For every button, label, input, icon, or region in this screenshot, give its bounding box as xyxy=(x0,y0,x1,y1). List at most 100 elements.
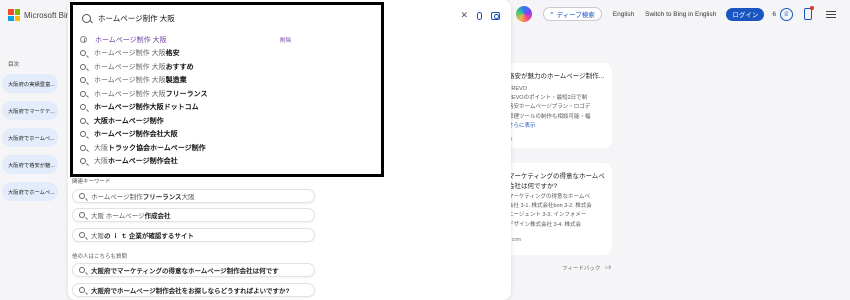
card-line: 格安ホームページプラン・ロゴデ xyxy=(508,104,591,111)
suggestion-completion: ホームページ制作大阪ドットコム xyxy=(94,104,199,112)
search-icon xyxy=(80,90,86,97)
feedback-row: フィードバック 👍︎ xyxy=(562,264,611,272)
toc-item[interactable]: 大阪府の実績豊富... xyxy=(2,74,58,93)
bing-search-page: Microsoft Bing ⌕ ディープ検索 English Switch t… xyxy=(0,0,850,300)
search-box-inner[interactable]: ホームページ制作 大阪 xyxy=(73,5,381,31)
toc-item[interactable]: 大阪府でホームペ... xyxy=(2,182,58,201)
suggestion-completion: 大阪ホームページ制作 xyxy=(94,117,164,125)
thumbs-up-icon[interactable]: 👍︎ xyxy=(605,265,611,271)
related-plain: ホームページ制作 xyxy=(91,194,143,201)
card-line-text: 修理ツールの制作も相談可能・幅 xyxy=(508,113,591,120)
suggestion-item-history[interactable]: ホームページ制作 大阪 削除 xyxy=(73,33,381,47)
suggestion-completion: 製造業 xyxy=(165,77,187,85)
related-plain: 大阪 xyxy=(91,233,104,240)
search-icon xyxy=(80,63,86,70)
deep-search-label: ディープ検索 xyxy=(556,12,595,19)
toc-title: 目次 xyxy=(8,62,20,68)
search-icon xyxy=(80,104,86,111)
suggestion-completion: ホームページ制作会社大阪 xyxy=(94,131,178,139)
deep-search-button[interactable]: ⌕ ディープ検索 xyxy=(543,7,602,21)
people-also-ask-item[interactable]: 大阪府でホームページ制作会社をお探しならどうすればよいですか? xyxy=(72,283,315,297)
card-line: 修理ツールの制作も相談可能・幅 xyxy=(508,113,608,122)
toc-item[interactable]: 大阪府で格安が魅... xyxy=(2,155,58,174)
search-icon xyxy=(79,232,85,238)
suggestion-item[interactable]: ホームページ制作 大阪 製造業 xyxy=(73,74,381,88)
card-title: マーケティングの得意なホームペ 会社は何ですか? xyxy=(508,173,605,190)
table-of-contents: 目次 大阪府の実績豊富... 大阪府でマーケテ... 大阪府でホームペ... 大… xyxy=(0,60,62,209)
toc-item[interactable]: 大阪府でマーケテ... xyxy=(2,101,58,120)
delete-history-link[interactable]: 削除 xyxy=(280,36,291,44)
suggestion-item[interactable]: ホームページ制作 大阪 おすすめ xyxy=(73,60,381,74)
related-plain: 大阪 ホームページ xyxy=(91,213,145,220)
search-query-text[interactable]: ホームページ制作 大阪 xyxy=(98,13,175,24)
suggestion-completion: フリーランス xyxy=(165,90,208,98)
suggestion-item[interactable]: ホームページ制作大阪ドットコム xyxy=(73,101,381,115)
search-icon xyxy=(80,117,86,124)
suggestion-item[interactable]: 大阪 ホームページ制作会社 xyxy=(73,155,381,169)
menu-icon[interactable] xyxy=(825,10,836,18)
header-actions: ⌕ ディープ検索 English Switch to Bing in Engli… xyxy=(510,5,850,23)
english-link[interactable]: English xyxy=(613,11,634,18)
login-button[interactable]: ログイン xyxy=(726,7,765,21)
rewards-trophy-icon[interactable]: ♕ xyxy=(779,7,793,21)
suggestion-item[interactable]: 大阪 トラック協会ホームページ制作 xyxy=(73,141,381,155)
suggestion-text: ホームページ制作 大阪 xyxy=(95,36,167,44)
suggestion-item[interactable]: ホームページ制作会社大阪 xyxy=(73,128,381,142)
search-icon xyxy=(79,287,85,293)
search-icon xyxy=(80,158,86,165)
mobile-icon[interactable] xyxy=(803,6,814,20)
card-line: エージェント 3-3. インフォメー xyxy=(508,212,587,219)
search-icon xyxy=(80,50,86,57)
related-keyword-pill[interactable]: 大阪 ホームページ 作成会社 xyxy=(72,208,315,222)
suggestion-completion: ホームページ制作会社 xyxy=(108,158,178,166)
suggestion-completion: トラック協会ホームページ制作 xyxy=(108,144,206,152)
related-keyword-pill[interactable]: ホームページ制作 フリーランス 大阪 xyxy=(72,189,315,203)
rewards-points[interactable]: 6 xyxy=(772,11,776,18)
question-text: 大阪府でホームページ制作会社をお探しならどうすればよいですか? xyxy=(91,288,290,295)
related-bold: 作成会社 xyxy=(144,213,171,220)
feedback-label[interactable]: フィードバック xyxy=(562,264,600,272)
related-bold: フリーランス xyxy=(142,194,182,201)
switch-english-link[interactable]: Switch to Bing in English xyxy=(645,11,716,18)
search-icon xyxy=(80,144,86,151)
suggestion-completion: おすすめ xyxy=(165,63,194,71)
suggestion-prefix: ホームページ制作 大阪 xyxy=(94,77,166,85)
search-box-tools: ✕ xyxy=(460,10,500,21)
history-icon xyxy=(80,36,87,44)
related-plain: 大阪 xyxy=(181,194,195,201)
show-more-link[interactable]: さらに表示 xyxy=(508,123,536,129)
card-title: 格安が魅力のホームページ制作... xyxy=(508,73,605,80)
card-line: デザイン株式会社 3-4. 株式会 xyxy=(508,221,582,228)
visual-search-icon[interactable] xyxy=(491,11,500,20)
card-more-row: さらに表示 xyxy=(508,122,608,131)
search-icon xyxy=(79,193,85,199)
suggestion-prefix: 大阪 xyxy=(94,144,108,152)
suggestion-prefix: ホームページ制作 大阪 xyxy=(94,63,166,71)
related-keyword-pill[interactable]: 大阪の ｉ ｔ 企業が確認するサイト xyxy=(72,228,315,242)
search-icon xyxy=(79,212,85,218)
search-icon xyxy=(79,267,85,273)
people-also-ask-item[interactable]: 大阪府でマーケティングの得意なホームページ制作会社は何です xyxy=(72,263,315,277)
suggestion-prefix: ホームページ制作 大阪 xyxy=(94,50,166,58)
suggestion-item[interactable]: 大阪ホームページ制作 xyxy=(73,114,381,128)
suggestion-completion: 格安 xyxy=(165,50,180,58)
suggestion-item[interactable]: ホームページ制作 大阪 格安 xyxy=(73,47,381,61)
bing-logo[interactable]: Microsoft Bing xyxy=(8,9,75,21)
card-line: 会社 3-1. 株式会社bon 3-2. 株式会 xyxy=(508,203,592,210)
suggestion-prefix: ホームページ制作 大阪 xyxy=(94,90,166,98)
card-body: TREVO REVOのポイント・最短2日で制 格安ホームページプラン・ロゴデ 修… xyxy=(508,85,608,131)
related-bold: の ｉ ｔ 企業が確認するサイト xyxy=(104,233,194,240)
search-icon xyxy=(82,13,91,23)
microphone-icon[interactable] xyxy=(477,11,482,20)
copilot-icon[interactable] xyxy=(516,6,532,22)
card-body: マーケティングの得意なホームペ 会社 3-1. 株式会社bon 3-2. 株式会… xyxy=(508,193,608,230)
card-line: REVOのポイント・最短2日で制 xyxy=(508,95,588,102)
clear-icon[interactable]: ✕ xyxy=(460,10,468,21)
card-line: マーケティングの得意なホームペ xyxy=(508,194,590,200)
suggestion-list: ホームページ制作 大阪 削除 ホームページ制作 大阪 格安 ホームページ制作 大… xyxy=(73,33,381,168)
toc-item[interactable]: 大阪府でホームペ... xyxy=(2,128,58,147)
card-line: TREVO xyxy=(508,86,527,92)
people-also-ask-title: 他の人はこちらも質問 xyxy=(72,254,128,260)
search-icon xyxy=(80,131,86,138)
suggestion-item[interactable]: ホームページ制作 大阪 フリーランス xyxy=(73,87,381,101)
